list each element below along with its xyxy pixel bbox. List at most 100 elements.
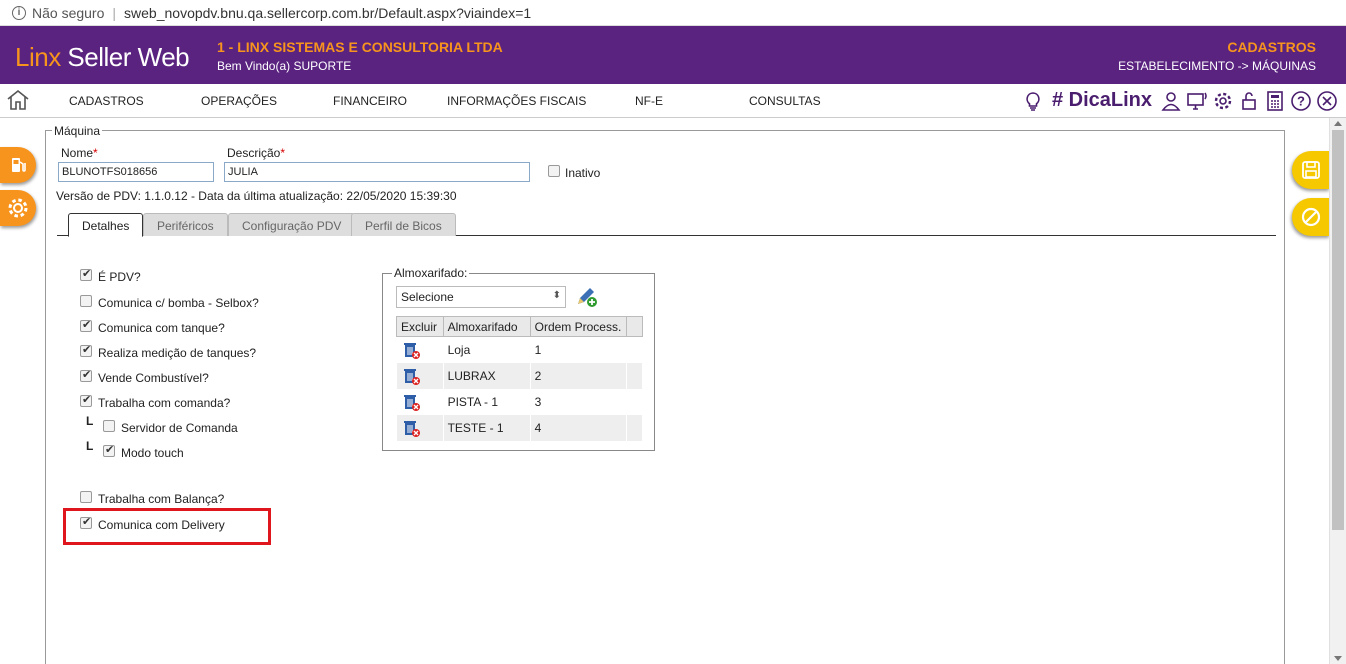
almoxarifado-order: 3: [530, 388, 627, 415]
url-text[interactable]: sweb_novopdv.bnu.qa.sellercorp.com.br/De…: [124, 5, 531, 21]
main-menu: CADASTROS OPERAÇÕES FINANCEIRO INFORMAÇÕ…: [0, 84, 1346, 118]
app-header: Linx Seller Web 1 - LINX SISTEMAS E CONS…: [0, 26, 1346, 84]
servidor-comanda-checkbox[interactable]: [103, 420, 115, 432]
table-row: Loja 1: [396, 336, 644, 363]
e-pdv-checkbox[interactable]: [80, 267, 92, 281]
trabalha-balanca-label: Trabalha com Balança?: [98, 492, 225, 506]
settings-gear-icon: [8, 198, 28, 218]
modo-touch-label: Modo touch: [121, 446, 184, 460]
menu-cadastros[interactable]: CADASTROS: [69, 94, 144, 108]
save-button[interactable]: [1292, 151, 1330, 189]
browser-address-bar[interactable]: i Não seguro | sweb_novopdv.bnu.qa.selle…: [0, 0, 1346, 26]
col-ordem-process[interactable]: Ordem Process.: [529, 316, 627, 337]
toolbar-icons: # DicaLinx ?: [1022, 89, 1338, 112]
col-almoxarifado[interactable]: Almoxarifado: [442, 316, 531, 337]
almoxarifado-order: 1: [530, 336, 627, 363]
nome-label: Nome*: [61, 146, 98, 160]
svg-text:?: ?: [1297, 93, 1305, 108]
col-extra: [625, 316, 644, 337]
tab-perfil-de-bicos[interactable]: Perfil de Bicos: [351, 213, 456, 236]
e-pdv-label: É PDV?: [98, 270, 141, 284]
cancel-icon: [1301, 207, 1321, 227]
tree-connector: L: [86, 414, 94, 428]
menu-financeiro[interactable]: FINANCEIRO: [333, 94, 407, 108]
gear-icon[interactable]: [1212, 90, 1234, 112]
menu-nfe[interactable]: NF-E: [635, 94, 663, 108]
almoxarifado-name: PISTA - 1: [443, 388, 531, 415]
servidor-comanda-label: Servidor de Comanda: [121, 421, 238, 435]
trabalha-balanca-checkbox[interactable]: [80, 491, 92, 503]
descricao-field[interactable]: [224, 162, 530, 182]
trabalha-comanda-checkbox[interactable]: [80, 393, 92, 407]
table-row: PISTA - 1 3: [396, 388, 644, 415]
almoxarifado-name: TESTE - 1: [443, 414, 531, 441]
col-excluir[interactable]: Excluir: [396, 316, 444, 337]
delete-row-icon[interactable]: [401, 418, 421, 438]
home-icon[interactable]: [6, 89, 30, 111]
company-name: 1 - LINX SISTEMAS E CONSULTORIA LTDA: [217, 39, 503, 55]
table-row: TESTE - 1 4: [396, 414, 644, 441]
almoxarifado-order: 4: [530, 414, 627, 441]
nome-field[interactable]: [58, 162, 214, 182]
modo-touch-checkbox[interactable]: [103, 443, 115, 457]
comunica-tanque-checkbox[interactable]: [80, 318, 92, 332]
comunica-bomba-label: Comunica c/ bomba - Selbox?: [98, 296, 259, 310]
lightbulb-icon[interactable]: [1022, 90, 1044, 112]
tab-detalhes[interactable]: Detalhes: [68, 213, 144, 237]
delete-row-icon[interactable]: [401, 340, 421, 360]
monitor-icon[interactable]: [1186, 90, 1208, 112]
comunica-tanque-label: Comunica com tanque?: [98, 321, 225, 335]
app-logo[interactable]: Linx Seller Web: [15, 42, 190, 73]
maquina-legend: Máquina: [52, 124, 103, 138]
welcome-text: Bem Vindo(a) SUPORTE: [217, 59, 352, 73]
help-icon[interactable]: ?: [1290, 90, 1312, 112]
close-icon[interactable]: [1316, 90, 1338, 112]
info-icon[interactable]: i: [12, 5, 26, 20]
dicalinx-link[interactable]: # DicaLinx: [1052, 89, 1152, 112]
medicao-tanques-label: Realiza medição de tanques?: [98, 346, 257, 360]
almoxarifado-select[interactable]: Selecione: [396, 286, 566, 308]
almoxarifado-order: 2: [530, 362, 627, 389]
fuel-pump-icon: [12, 158, 26, 172]
tree-connector: L: [86, 439, 94, 453]
cancel-button[interactable]: [1292, 198, 1330, 236]
inativo-label: Inativo: [565, 166, 601, 180]
highlight-box: [63, 508, 271, 545]
scroll-down-icon[interactable]: [1334, 656, 1342, 661]
fuel-pump-button[interactable]: [0, 147, 36, 183]
tab-perifericos[interactable]: Periféricos: [143, 213, 228, 236]
add-almoxarifado-icon[interactable]: [575, 286, 599, 308]
section-title: CADASTROS: [1227, 39, 1316, 55]
scroll-thumb[interactable]: [1332, 130, 1344, 530]
calculator-icon[interactable]: [1264, 90, 1286, 112]
table-row: LUBRAX 2: [396, 362, 644, 389]
delete-row-icon[interactable]: [401, 392, 421, 412]
inativo-checkbox[interactable]: [548, 165, 560, 177]
maquina-fieldset: [45, 130, 1285, 664]
version-info: Versão de PDV: 1.1.0.12 - Data da última…: [56, 189, 457, 203]
menu-consultas[interactable]: CONSULTAS: [749, 94, 821, 108]
almoxarifado-table: Excluir Almoxarifado Ordem Process. Loja…: [396, 316, 644, 441]
vende-combustivel-label: Vende Combustível?: [98, 371, 209, 385]
floppy-disk-icon: [1302, 161, 1320, 179]
lock-icon[interactable]: [1238, 90, 1260, 112]
page-scrollbar[interactable]: [1329, 118, 1346, 664]
tab-configuracao-pdv[interactable]: Configuração PDV: [228, 213, 356, 236]
url-separator: |: [112, 4, 117, 21]
menu-informacoes-fiscais[interactable]: INFORMAÇÕES FISCAIS: [447, 94, 586, 108]
breadcrumb: ESTABELECIMENTO -> MÁQUINAS: [1118, 59, 1316, 73]
settings-button[interactable]: [0, 190, 36, 226]
delete-row-icon[interactable]: [401, 366, 421, 386]
security-label: Não seguro: [32, 4, 105, 21]
descricao-label: Descrição*: [227, 146, 286, 160]
vende-combustivel-checkbox[interactable]: [80, 368, 92, 382]
user-icon[interactable]: [1160, 90, 1182, 112]
medicao-tanques-checkbox[interactable]: [80, 343, 92, 357]
almoxarifado-legend: Almoxarifado:: [392, 266, 470, 280]
almoxarifado-name: LUBRAX: [443, 362, 531, 389]
almoxarifado-name: Loja: [443, 336, 531, 363]
menu-operacoes[interactable]: OPERAÇÕES: [201, 94, 277, 108]
trabalha-comanda-label: Trabalha com comanda?: [98, 396, 231, 410]
scroll-up-icon[interactable]: [1334, 121, 1342, 126]
comunica-bomba-checkbox[interactable]: [80, 295, 92, 307]
